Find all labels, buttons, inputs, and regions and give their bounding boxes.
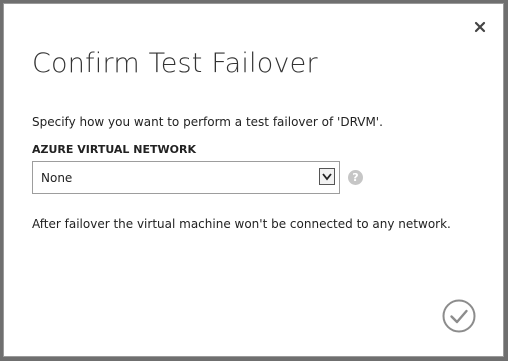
dialog-description: Specify how you want to perform a test f…	[32, 115, 383, 129]
dialog-title: Confirm Test Failover	[32, 48, 318, 79]
confirm-test-failover-dialog: Confirm Test Failover Specify how you wa…	[3, 3, 504, 357]
network-note: After failover the virtual machine won't…	[32, 217, 451, 231]
help-icon[interactable]: ?	[348, 170, 363, 185]
chevron-down-icon[interactable]	[319, 168, 335, 185]
virtual-network-select-value: None	[41, 171, 73, 185]
virtual-network-select[interactable]: None	[32, 161, 340, 194]
network-label: AZURE VIRTUAL NETWORK	[32, 143, 196, 156]
checkmark-circle-icon[interactable]	[442, 299, 476, 333]
close-icon[interactable]	[473, 19, 487, 33]
